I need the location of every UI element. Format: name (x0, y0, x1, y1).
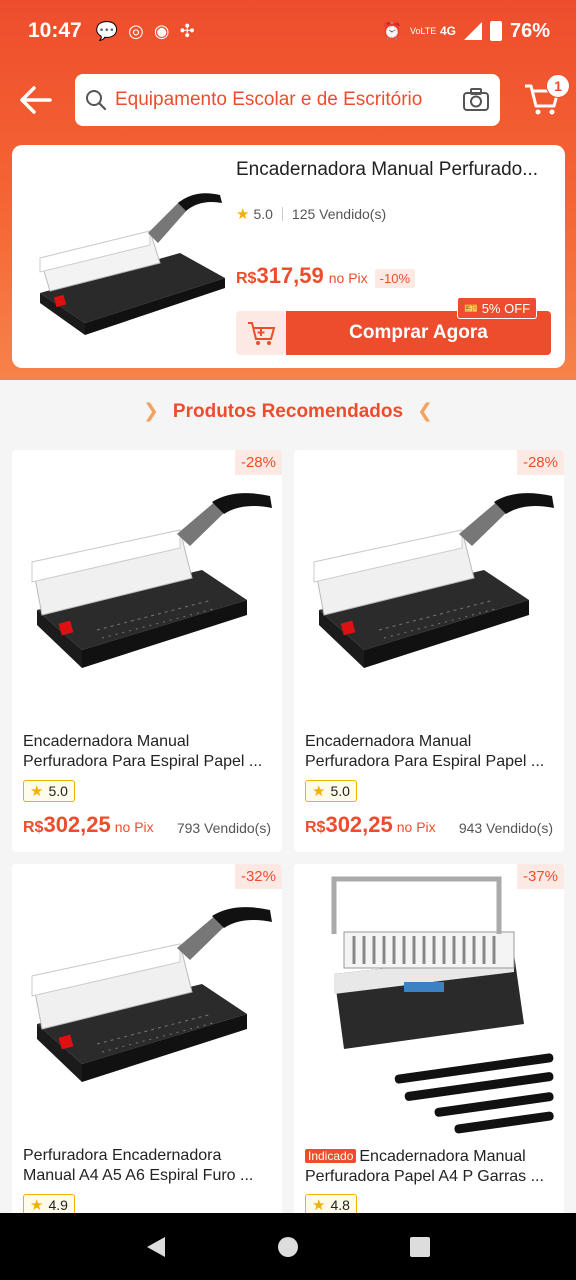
rating-value: 4.9 (48, 1197, 68, 1213)
product-name: Perfuradora Encadernadora Manual A4 A5 A6… (23, 1146, 273, 1186)
camera-icon[interactable] (462, 88, 490, 112)
section-title: ❯ Produtos Recomendados ❮ (0, 400, 576, 423)
battery-percent: 76% (509, 19, 550, 42)
product-card[interactable]: -28% Encadernadora Manual Perfuradora Para… (12, 450, 282, 852)
coupon-label: 5% OFF (481, 300, 531, 316)
product-name: Encadernadora Manual Perfuradora Para Esp… (305, 732, 555, 772)
price-amount: 302,25 (325, 812, 393, 837)
rating-badge: ★ 5.0 (305, 780, 357, 802)
featured-product-card[interactable]: Encadernadora Manual Perfurado... ★ 5.0 … (12, 145, 565, 368)
recommended-tag: Indicado (305, 1149, 357, 1163)
discount-badge: -37% (516, 864, 564, 889)
cart-count-badge: 1 (546, 74, 570, 98)
header-background: 10:47 💬 ◎ ◉ ✣ ⏰ VoLTE 4G 76% Equipamento… (0, 0, 576, 380)
rating-value: 5.0 (330, 783, 350, 799)
product-image (12, 864, 282, 1134)
search-bar: Equipamento Escolar e de Escritório 1 (0, 74, 576, 130)
product-rating: ★ 5.0 125 Vendido(s) (236, 205, 386, 223)
product-price: R$ 302,25 no Pix (305, 812, 436, 838)
sold-count: 943 Vendido(s) (458, 820, 553, 836)
decor-left-icon: ❯ (143, 401, 159, 422)
network-type: 4G (439, 24, 456, 38)
cart-button[interactable]: 1 (522, 74, 570, 122)
rating-value: 4.8 (330, 1197, 350, 1213)
price-currency: R$ (305, 819, 326, 836)
product-name: Encadernadora Manual Perfuradora Para Esp… (23, 732, 273, 772)
star-icon: ★ (236, 206, 250, 223)
product-price: R$ 317,59 no Pix -10% (236, 263, 416, 289)
battery-icon (489, 21, 502, 41)
price-amount: 317,59 (256, 263, 324, 288)
product-name-line1: Encadernadora Manual (305, 733, 472, 750)
whatsapp-icon: ◎ (128, 20, 144, 41)
price-method: no Pix (114, 819, 154, 835)
price-method: no Pix (328, 270, 368, 286)
section-title-text: Produtos Recomendados (172, 401, 404, 422)
price-method: no Pix (396, 819, 436, 835)
status-time: 10:47 (28, 19, 82, 42)
price-amount: 302,25 (43, 812, 111, 837)
product-image (12, 450, 282, 720)
back-arrow-icon[interactable] (18, 82, 54, 118)
star-icon: ★ (312, 783, 326, 800)
chrome-icon: ◉ (153, 20, 170, 41)
coupon-badge: 🎫 5% OFF (457, 297, 538, 319)
sold-count: 125 Vendido(s) (291, 206, 387, 222)
product-name-line2: Perfuradora Papel A4 P Garras ... (305, 1168, 544, 1185)
star-icon: ★ (312, 1197, 326, 1214)
product-name-line1: Perfuradora Encadernadora (23, 1147, 222, 1164)
product-name-line2: Manual A4 A5 A6 Espiral Furo ... (23, 1167, 254, 1184)
product-name-line1: Encadernadora Manual (359, 1148, 526, 1165)
home-nav-icon[interactable] (277, 1236, 299, 1258)
product-image (39, 193, 225, 335)
product-name-line2: Perfuradora Para Espiral Papel ... (305, 753, 545, 770)
pinwheel-icon: ✣ (179, 20, 195, 41)
product-name-line1: Encadernadora Manual (23, 733, 190, 750)
search-query: Equipamento Escolar e de Escritório (115, 89, 423, 110)
add-to-cart-button[interactable] (236, 311, 286, 355)
star-icon: ★ (30, 783, 44, 800)
ticket-icon: 🎫 (464, 302, 478, 315)
price-currency: R$ (236, 270, 257, 287)
back-nav-icon[interactable] (145, 1235, 167, 1259)
recents-nav-icon[interactable] (409, 1236, 431, 1258)
product-image (294, 864, 564, 1134)
product-card[interactable]: -32% Perfuradora Encadernadora Manual A4 A… (12, 864, 282, 1224)
add-cart-icon (248, 322, 276, 345)
alarm-icon: ⏰ (382, 23, 402, 40)
divider (281, 207, 283, 221)
decor-right-icon: ❮ (417, 401, 433, 422)
discount-badge: -28% (234, 450, 282, 475)
search-icon (86, 90, 107, 111)
system-nav-bar (0, 1213, 576, 1280)
discount-badge: -10% (374, 269, 416, 288)
product-price: R$ 302,25 no Pix (23, 812, 154, 838)
star-icon: ★ (30, 1197, 44, 1214)
product-card[interactable]: -28% Encadernadora Manual Perfuradora Para… (294, 450, 564, 852)
message-icon: 💬 (95, 20, 119, 41)
rating-value: 5.0 (253, 206, 273, 222)
status-bar: 10:47 💬 ◎ ◉ ✣ ⏰ VoLTE 4G 76% (0, 0, 576, 62)
product-card[interactable]: -37% Indicado Encadernadora Manual Perfurad… (294, 864, 564, 1224)
product-image (294, 450, 564, 720)
product-name: Indicado Encadernadora Manual Perfuradora … (305, 1146, 555, 1186)
volte-icon: VoLTE (409, 25, 437, 36)
discount-badge: -32% (234, 864, 282, 889)
rating-value: 5.0 (48, 783, 68, 799)
rating-badge: ★ 5.0 (23, 780, 75, 802)
sold-count: 793 Vendido(s) (176, 820, 271, 836)
product-name-line2: Perfuradora Para Espiral Papel ... (23, 753, 263, 770)
signal-icon (463, 22, 482, 40)
search-input[interactable]: Equipamento Escolar e de Escritório (75, 74, 500, 126)
product-title: Encadernadora Manual Perfurado... (236, 159, 539, 180)
discount-badge: -28% (516, 450, 564, 475)
price-currency: R$ (23, 819, 44, 836)
